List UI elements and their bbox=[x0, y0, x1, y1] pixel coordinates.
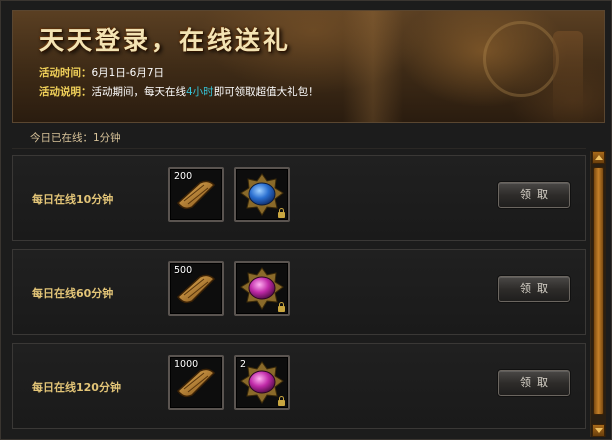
event-desc-label: 活动说明： bbox=[39, 86, 92, 98]
reward-item-slot[interactable] bbox=[234, 167, 290, 222]
event-time: 活动时间：6月1日-6月7日 bbox=[39, 65, 164, 80]
event-desc-post: 即可领取超值大礼包！ bbox=[213, 86, 319, 98]
claim-button[interactable]: 领取 bbox=[498, 370, 570, 396]
reward-item-slot[interactable]: 2 bbox=[234, 355, 290, 410]
lock-icon bbox=[278, 208, 285, 218]
event-description: 活动说明：活动期间，每天在线4小时即可领取超值大礼包！ bbox=[39, 84, 319, 99]
event-banner: 天天登录，在线送礼 活动时间：6月1日-6月7日 活动说明：活动期间，每天在线4… bbox=[12, 10, 605, 123]
reward-row-120min: 每日在线120分钟 1000 2 领取 bbox=[12, 343, 586, 429]
lock-icon bbox=[278, 396, 285, 406]
reward-row-60min: 每日在线60分钟 500 领取 bbox=[12, 249, 586, 335]
event-time-label: 活动时间： bbox=[39, 67, 92, 79]
reward-item-slot[interactable] bbox=[234, 261, 290, 316]
scroll-down-icon[interactable] bbox=[592, 424, 605, 437]
scrollbar[interactable] bbox=[590, 151, 606, 437]
claim-button[interactable]: 领取 bbox=[498, 182, 570, 208]
scroll-up-icon[interactable] bbox=[592, 151, 605, 164]
reward-condition-label: 每日在线120分钟 bbox=[32, 381, 121, 394]
event-time-value: 6月1日-6月7日 bbox=[91, 67, 165, 79]
item-quantity: 200 bbox=[174, 171, 193, 182]
claim-button[interactable]: 领取 bbox=[498, 276, 570, 302]
reward-item-slot[interactable]: 500 bbox=[168, 261, 224, 316]
reward-row-10min: 每日在线10分钟 200 领取 bbox=[12, 155, 586, 241]
reward-condition-label: 每日在线60分钟 bbox=[32, 287, 114, 300]
reward-item-slot[interactable]: 200 bbox=[168, 167, 224, 222]
lock-icon bbox=[278, 302, 285, 312]
scrollbar-thumb[interactable] bbox=[593, 167, 604, 415]
event-desc-pre: 活动期间，每天在线 bbox=[91, 86, 187, 98]
banner-title: 天天登录，在线送礼 bbox=[39, 26, 292, 55]
online-time-status: 今日已在线：1分钟 bbox=[30, 132, 121, 144]
reward-condition-label: 每日在线10分钟 bbox=[32, 193, 114, 206]
reward-item-slot[interactable]: 1000 bbox=[168, 355, 224, 410]
item-quantity: 500 bbox=[174, 265, 193, 276]
event-desc-highlight: 4小时 bbox=[186, 86, 214, 98]
divider bbox=[12, 148, 586, 149]
item-quantity: 1000 bbox=[174, 359, 199, 370]
item-quantity: 2 bbox=[240, 359, 247, 370]
online-reward-panel: 天天登录，在线送礼 活动时间：6月1日-6月7日 活动说明：活动期间，每天在线4… bbox=[0, 0, 612, 440]
